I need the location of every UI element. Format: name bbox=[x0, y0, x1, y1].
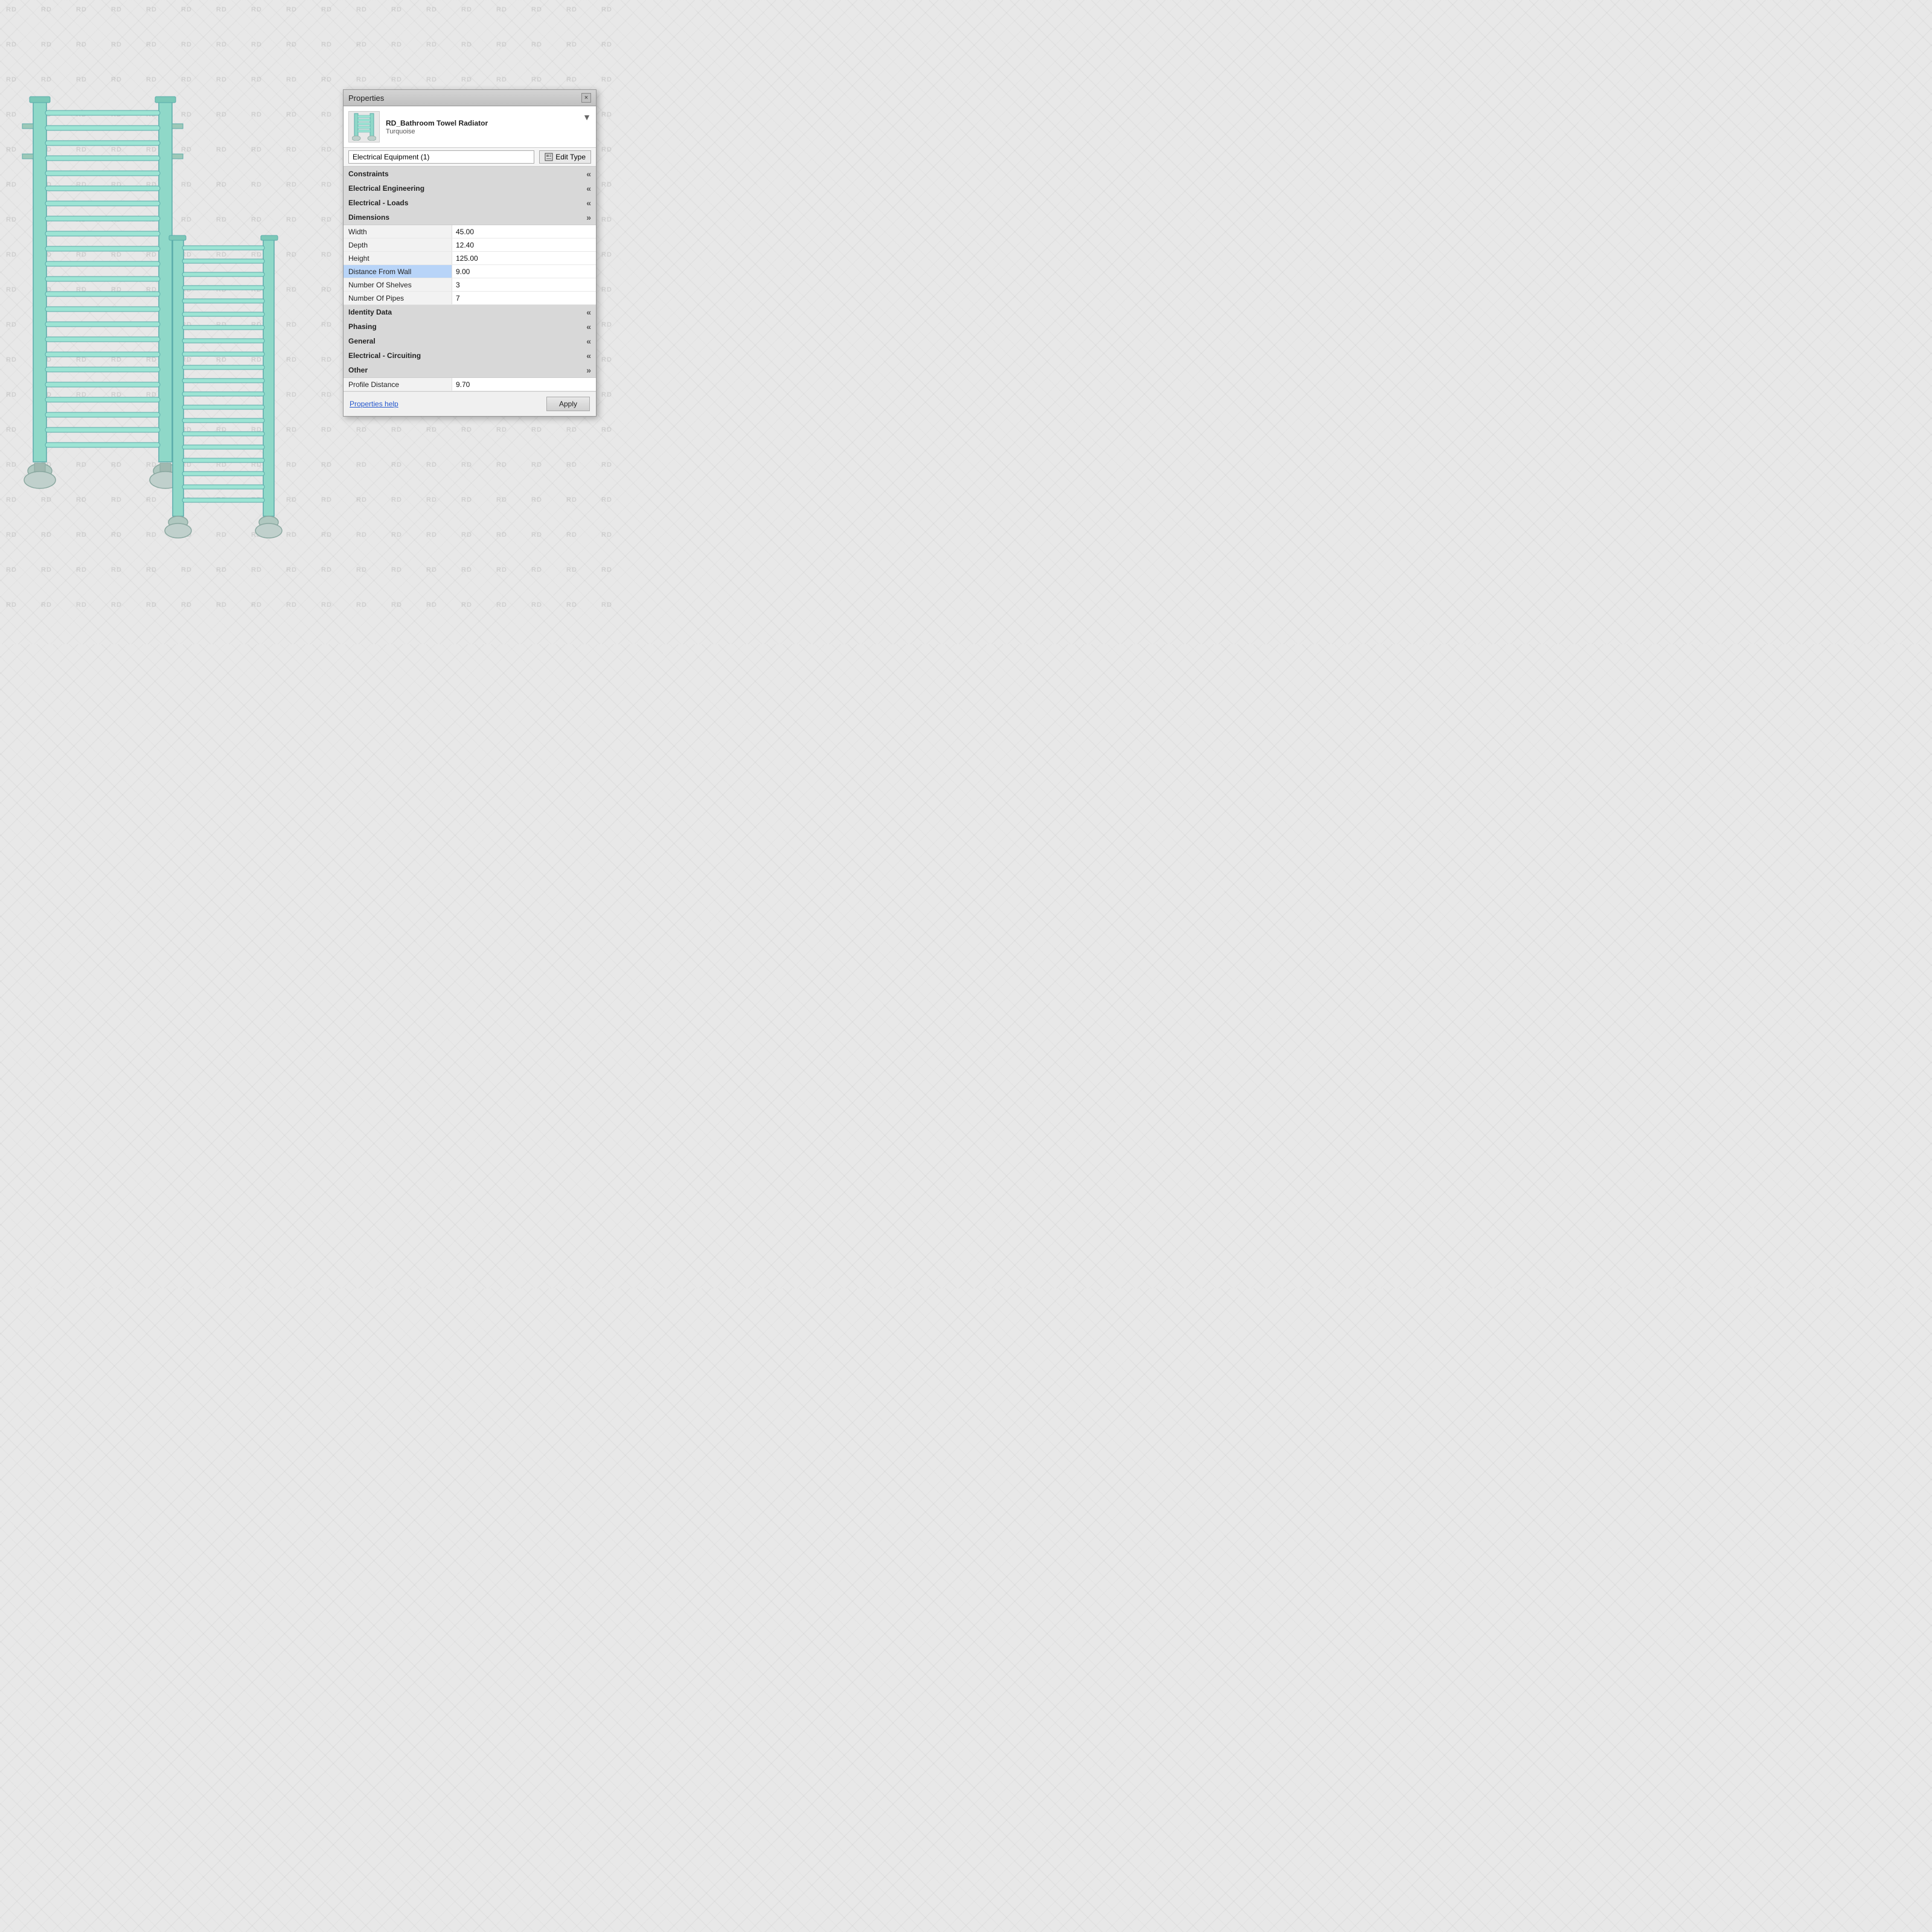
item-sub: Turquoise bbox=[386, 128, 488, 135]
property-label: Distance From Wall bbox=[344, 265, 452, 278]
property-value[interactable]: 9.70 bbox=[452, 378, 596, 391]
edit-type-button[interactable]: Edit Type bbox=[539, 150, 591, 164]
property-row: Height125.00 bbox=[344, 252, 596, 265]
header-dropdown-arrow[interactable]: ▼ bbox=[583, 111, 591, 122]
radiator-large bbox=[21, 94, 184, 504]
properties-panel: Properties × RD_Bathroom Towel Radiator … bbox=[343, 89, 597, 417]
expand-icon: « bbox=[586, 169, 591, 179]
section-title: Other bbox=[348, 366, 368, 374]
section-header-dimensions[interactable]: Dimensions » bbox=[344, 210, 596, 225]
section-title: Dimensions bbox=[348, 213, 389, 222]
section-title: Electrical - Loads bbox=[348, 199, 408, 207]
section-body-other: Profile Distance9.70 bbox=[344, 377, 596, 391]
close-button[interactable]: × bbox=[581, 93, 591, 103]
section-header-electrical---circuiting[interactable]: Electrical - Circuiting « bbox=[344, 348, 596, 363]
properties-scroll[interactable]: Constraints«Electrical Engineering«Elect… bbox=[344, 167, 596, 391]
property-label: Depth bbox=[344, 238, 452, 251]
expand-icon: « bbox=[586, 198, 591, 208]
section-title: Phasing bbox=[348, 322, 377, 331]
property-row: Width45.00 bbox=[344, 225, 596, 238]
radiator-small bbox=[163, 232, 284, 552]
section-header-electrical---loads[interactable]: Electrical - Loads « bbox=[344, 196, 596, 210]
edit-type-label: Edit Type bbox=[555, 153, 586, 161]
expand-icon: « bbox=[586, 351, 591, 360]
property-row: Number Of Shelves3 bbox=[344, 278, 596, 292]
property-value[interactable]: 9.00 bbox=[452, 265, 596, 278]
property-label: Number Of Shelves bbox=[344, 278, 452, 291]
property-value[interactable]: 7 bbox=[452, 292, 596, 304]
category-row: Electrical Equipment (1) Edit Type bbox=[344, 148, 596, 167]
property-label: Number Of Pipes bbox=[344, 292, 452, 304]
item-name: RD_Bathroom Towel Radiator bbox=[386, 118, 488, 129]
panel-titlebar: Properties × bbox=[344, 90, 596, 106]
apply-button[interactable]: Apply bbox=[546, 397, 590, 411]
section-title: General bbox=[348, 337, 376, 345]
drawing-area bbox=[0, 0, 356, 644]
expand-icon: « bbox=[586, 336, 591, 346]
panel-header: RD_Bathroom Towel Radiator Turquoise ▼ bbox=[344, 106, 596, 148]
panel-footer: Properties help Apply bbox=[344, 391, 596, 416]
property-row: Number Of Pipes7 bbox=[344, 292, 596, 305]
property-value[interactable]: 12.40 bbox=[452, 238, 596, 251]
properties-help-link[interactable]: Properties help bbox=[350, 400, 398, 408]
panel-title: Properties bbox=[348, 94, 384, 103]
expand-icon: « bbox=[586, 184, 591, 193]
section-header-electrical-engineering[interactable]: Electrical Engineering « bbox=[344, 181, 596, 196]
property-row: Profile Distance9.70 bbox=[344, 378, 596, 391]
section-header-other[interactable]: Other » bbox=[344, 363, 596, 377]
property-label: Width bbox=[344, 225, 452, 238]
property-label: Profile Distance bbox=[344, 378, 452, 391]
property-label: Height bbox=[344, 252, 452, 264]
expand-icon: « bbox=[586, 307, 591, 317]
item-info: RD_Bathroom Towel Radiator Turquoise bbox=[386, 118, 488, 136]
section-header-general[interactable]: General « bbox=[344, 334, 596, 348]
section-body-dimensions: Width45.00Depth12.40Height125.00Distance… bbox=[344, 225, 596, 305]
property-value[interactable]: 3 bbox=[452, 278, 596, 291]
section-title: Constraints bbox=[348, 170, 389, 178]
collapse-icon: » bbox=[586, 213, 591, 222]
expand-icon: « bbox=[586, 322, 591, 331]
section-header-constraints[interactable]: Constraints « bbox=[344, 167, 596, 181]
section-title: Electrical - Circuiting bbox=[348, 351, 421, 360]
section-title: Identity Data bbox=[348, 308, 392, 316]
property-row: Depth12.40 bbox=[344, 238, 596, 252]
section-header-identity-data[interactable]: Identity Data « bbox=[344, 305, 596, 319]
section-title: Electrical Engineering bbox=[348, 184, 424, 193]
item-thumbnail bbox=[348, 111, 380, 142]
property-row: Distance From Wall9.00 bbox=[344, 265, 596, 278]
section-header-phasing[interactable]: Phasing « bbox=[344, 319, 596, 334]
property-value[interactable]: 45.00 bbox=[452, 225, 596, 238]
category-select[interactable]: Electrical Equipment (1) bbox=[348, 150, 534, 164]
collapse-icon: » bbox=[586, 365, 591, 375]
property-value[interactable]: 125.00 bbox=[452, 252, 596, 264]
